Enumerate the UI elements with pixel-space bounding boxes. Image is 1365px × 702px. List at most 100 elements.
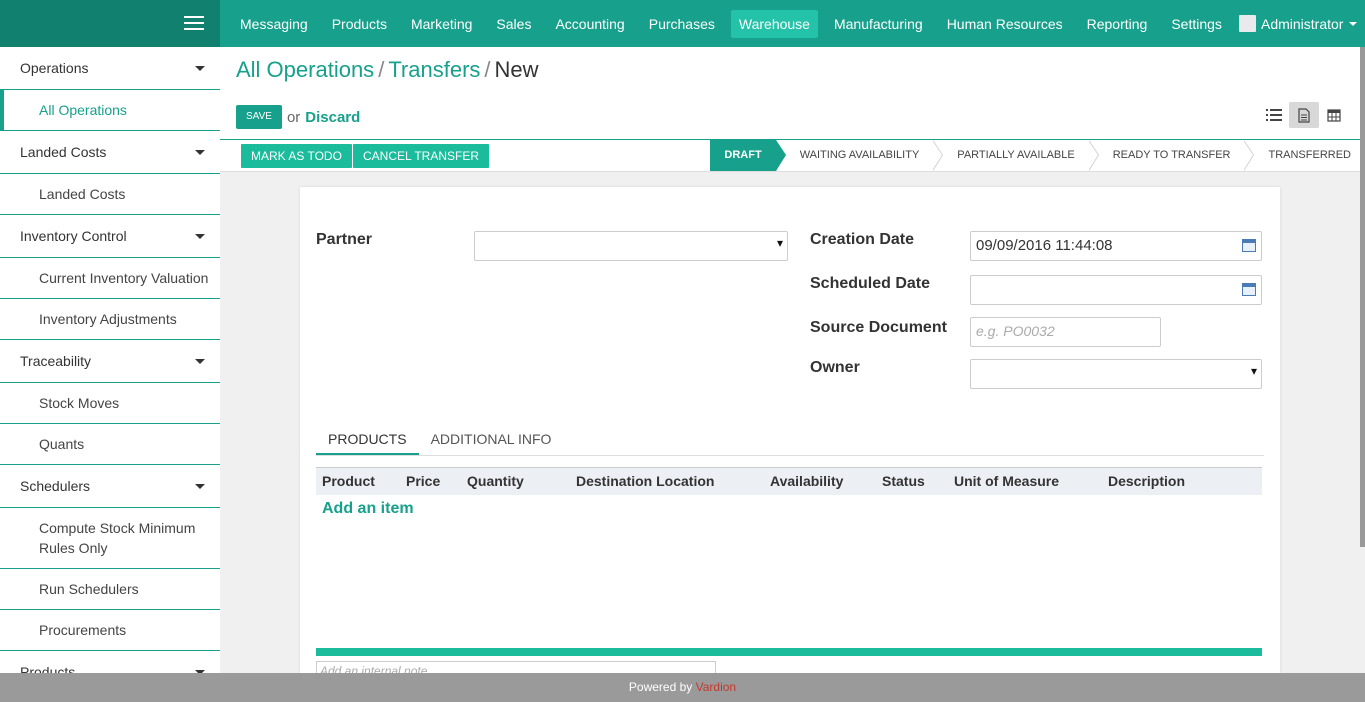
column-description[interactable]: Description bbox=[1108, 473, 1185, 489]
caret-down-icon bbox=[195, 234, 205, 239]
column-quantity[interactable]: Quantity bbox=[467, 473, 524, 489]
internal-note-placeholder: Add an internal note... bbox=[320, 664, 438, 673]
app-switcher-area bbox=[0, 0, 220, 47]
sidebar-section-operations[interactable]: Operations bbox=[0, 47, 220, 90]
sidebar-item-all-operations[interactable]: All Operations bbox=[0, 90, 220, 131]
source-document-placeholder: e.g. PO0032 bbox=[976, 323, 1055, 339]
sidebar-item-compute-stock-minimum-rules[interactable]: Compute Stock Minimum Rules Only bbox=[0, 508, 220, 569]
creation-date-value: 09/09/2016 11:44:08 bbox=[976, 237, 1113, 254]
menu-manufacturing[interactable]: Manufacturing bbox=[826, 10, 931, 38]
creation-date-field[interactable]: 09/09/2016 11:44:08 bbox=[970, 231, 1262, 261]
tab-additional-info[interactable]: ADDITIONAL INFO bbox=[419, 425, 564, 455]
sidebar-section-label: Schedulers bbox=[20, 478, 91, 494]
breadcrumb: All Operations / Transfers / New bbox=[236, 57, 539, 83]
scheduled-date-field[interactable] bbox=[970, 275, 1262, 305]
sidebar: Operations All Operations Landed Costs L… bbox=[0, 47, 220, 673]
sidebar-section-traceability[interactable]: Traceability bbox=[0, 340, 220, 383]
menu-reporting[interactable]: Reporting bbox=[1079, 10, 1156, 38]
internal-note-input[interactable]: Add an internal note... bbox=[316, 661, 716, 673]
source-document-label: Source Document bbox=[810, 319, 947, 336]
caret-down-icon bbox=[195, 484, 205, 489]
table-header: Product Price Quantity Destination Locat… bbox=[316, 467, 1262, 495]
footer: Powered by Vardion bbox=[0, 673, 1365, 702]
menu-warehouse[interactable]: Warehouse bbox=[730, 9, 818, 38]
footer-text: Powered by bbox=[628, 680, 693, 694]
menu-marketing[interactable]: Marketing bbox=[403, 10, 480, 38]
main-menu: Messaging Products Marketing Sales Accou… bbox=[232, 0, 1238, 47]
footer-brand[interactable]: Vardion bbox=[696, 680, 736, 694]
breadcrumb-separator: / bbox=[484, 57, 491, 82]
caret-down-icon bbox=[195, 66, 205, 71]
calendar-icon[interactable] bbox=[1242, 239, 1256, 252]
column-destination-location[interactable]: Destination Location bbox=[576, 473, 714, 489]
column-availability[interactable]: Availability bbox=[770, 473, 843, 489]
owner-label: Owner bbox=[810, 359, 860, 376]
sidebar-section-label: Traceability bbox=[20, 353, 92, 369]
menu-human-resources[interactable]: Human Resources bbox=[939, 10, 1071, 38]
column-price[interactable]: Price bbox=[406, 473, 440, 489]
scrollbar[interactable] bbox=[1360, 47, 1365, 547]
sidebar-item-stock-moves[interactable]: Stock Moves bbox=[0, 383, 220, 424]
user-name: Administrator bbox=[1261, 15, 1344, 32]
menu-purchases[interactable]: Purchases bbox=[641, 10, 723, 38]
view-switcher bbox=[1259, 102, 1349, 128]
sidebar-section-label: Operations bbox=[20, 60, 89, 76]
tab-products[interactable]: PRODUCTS bbox=[316, 425, 419, 455]
sidebar-section-inventory-control[interactable]: Inventory Control bbox=[0, 215, 220, 258]
menu-products[interactable]: Products bbox=[324, 10, 395, 38]
form-view-icon[interactable] bbox=[1289, 102, 1319, 128]
sidebar-item-procurements[interactable]: Procurements bbox=[0, 610, 220, 651]
column-status[interactable]: Status bbox=[882, 473, 925, 489]
stage-transferred: TRANSFERRED bbox=[1268, 149, 1351, 161]
sidebar-item-landed-costs[interactable]: Landed Costs bbox=[0, 174, 220, 215]
sidebar-section-products[interactable]: Products bbox=[0, 651, 220, 673]
partner-select[interactable] bbox=[474, 231, 788, 261]
column-unit-of-measure[interactable]: Unit of Measure bbox=[954, 473, 1059, 489]
form-sheet: Partner Creation Date 09/09/2016 11:44:0… bbox=[300, 187, 1280, 673]
column-product[interactable]: Product bbox=[322, 473, 375, 489]
main-content: All Operations / Transfers / New SAVE or Dis… bbox=[220, 47, 1365, 673]
source-document-input[interactable]: e.g. PO0032 bbox=[970, 317, 1161, 347]
menu-messaging[interactable]: Messaging bbox=[232, 10, 316, 38]
sidebar-section-label: Products bbox=[20, 664, 76, 673]
status-bar: MARK AS TODO CANCEL TRANSFER DRAFT WAITI… bbox=[220, 139, 1365, 172]
sidebar-item-inventory-adjustments[interactable]: Inventory Adjustments bbox=[0, 299, 220, 340]
caret-down-icon bbox=[195, 150, 205, 155]
calendar-view-icon[interactable] bbox=[1319, 102, 1349, 128]
sidebar-item-current-inventory-valuation[interactable]: Current Inventory Valuation bbox=[0, 258, 220, 299]
hamburger-menu-icon[interactable] bbox=[184, 16, 204, 32]
chevron-down-icon bbox=[1349, 21, 1358, 26]
breadcrumb-all-operations[interactable]: All Operations bbox=[236, 57, 374, 82]
menu-sales[interactable]: Sales bbox=[488, 10, 539, 38]
discard-link[interactable]: Discard bbox=[305, 109, 360, 126]
menu-accounting[interactable]: Accounting bbox=[547, 10, 632, 38]
save-button[interactable]: SAVE bbox=[236, 105, 282, 129]
list-view-icon[interactable] bbox=[1259, 102, 1289, 128]
add-item-link[interactable]: Add an item bbox=[322, 500, 414, 518]
creation-date-label: Creation Date bbox=[810, 231, 915, 248]
mark-as-todo-button[interactable]: MARK AS TODO bbox=[241, 144, 352, 168]
stage-waiting-availability: WAITING AVAILABILITY bbox=[776, 140, 943, 171]
form-actions: SAVE or Discard bbox=[236, 105, 360, 129]
sidebar-item-quants[interactable]: Quants bbox=[0, 424, 220, 465]
partner-label: Partner bbox=[316, 231, 373, 248]
sidebar-section-label: Inventory Control bbox=[20, 228, 127, 244]
stage-draft: DRAFT bbox=[710, 140, 787, 171]
user-menu[interactable]: Administrator bbox=[1239, 15, 1358, 32]
breadcrumb-separator: / bbox=[378, 57, 385, 82]
cancel-transfer-button[interactable]: CANCEL TRANSFER bbox=[353, 144, 490, 168]
page-title: New bbox=[494, 57, 539, 82]
calendar-icon[interactable] bbox=[1242, 283, 1256, 296]
notebook-tabs: PRODUCTS ADDITIONAL INFO bbox=[316, 425, 1264, 456]
sidebar-section-landed-costs[interactable]: Landed Costs bbox=[0, 131, 220, 174]
owner-select[interactable] bbox=[970, 359, 1262, 389]
avatar bbox=[1239, 15, 1256, 32]
sidebar-section-schedulers[interactable]: Schedulers bbox=[0, 465, 220, 508]
menu-settings[interactable]: Settings bbox=[1163, 10, 1230, 38]
sidebar-section-label: Landed Costs bbox=[20, 144, 107, 160]
sidebar-item-run-schedulers[interactable]: Run Schedulers bbox=[0, 569, 220, 610]
scheduled-date-label: Scheduled Date bbox=[810, 275, 931, 292]
caret-down-icon bbox=[195, 359, 205, 364]
breadcrumb-transfers[interactable]: Transfers bbox=[388, 57, 480, 82]
or-text: or bbox=[286, 108, 301, 126]
